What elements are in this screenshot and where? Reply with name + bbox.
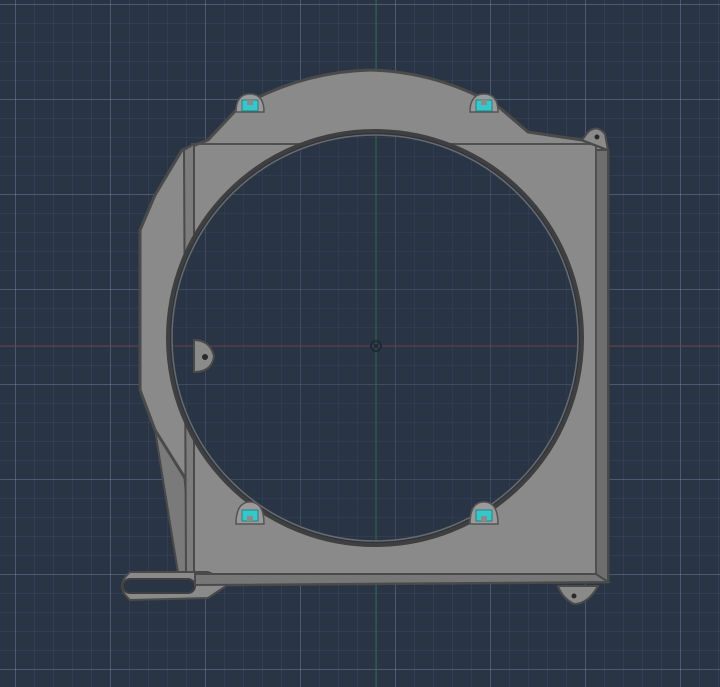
3d-model-viewport[interactable]: [0, 0, 720, 687]
insert-top-right[interactable]: [469, 93, 499, 113]
shroud-right-side[interactable]: [595, 149, 609, 583]
mount-tab-bottom-right[interactable]: [556, 585, 600, 606]
mount-hole-left: [202, 354, 208, 360]
insert-bottom-left[interactable]: [235, 501, 265, 525]
shroud-bottom-edge: [194, 573, 612, 587]
viewport-scene[interactable]: [0, 0, 720, 687]
insert-bottom-right[interactable]: [469, 501, 499, 525]
mount-hole-top-right: [594, 134, 600, 140]
mount-hole-bottom-right: [571, 593, 577, 599]
insert-top-left[interactable]: [235, 93, 265, 113]
origin-dot: [374, 344, 378, 348]
mounting-slot: [122, 578, 196, 594]
